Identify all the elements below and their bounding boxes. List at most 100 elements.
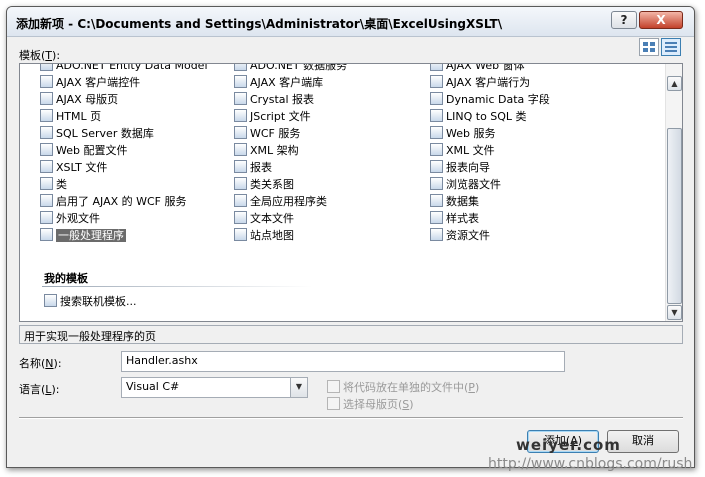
template-file-icon: [234, 194, 247, 207]
name-label: 名称(N):: [19, 357, 62, 370]
template-item[interactable]: AJAX Web 窗体: [430, 64, 525, 74]
master-page-checkbox[interactable]: [327, 397, 340, 410]
template-item-label: 类: [56, 178, 67, 191]
template-item[interactable]: HTML 页: [40, 109, 101, 125]
template-item-label: AJAX 客户端控件: [56, 76, 141, 89]
template-item[interactable]: AJAX 客户端库: [234, 75, 323, 91]
template-item-label: Crystal 报表: [250, 93, 315, 106]
template-file-icon: [234, 126, 247, 139]
template-item[interactable]: Crystal 报表: [234, 92, 314, 108]
templates-list[interactable]: ADO.NET Entity Data Model AJAX 客户端控件 AJAX …: [19, 63, 683, 322]
language-select[interactable]: Visual C# ▼: [121, 377, 308, 398]
template-item-label: 全局应用程序类: [250, 195, 327, 208]
template-item[interactable]: AJAX 母版页: [40, 92, 118, 108]
name-input[interactable]: Handler.ashx: [121, 351, 565, 372]
template-item[interactable]: Web 配置文件: [40, 143, 127, 159]
template-item-label: 启用了 AJAX 的 WCF 服务: [56, 195, 187, 208]
section-divider: [42, 286, 312, 287]
window-title: 添加新项 - C:\Documents and Settings\Adminis…: [16, 17, 503, 31]
template-item-label: 外观文件: [56, 212, 100, 225]
language-label: 语言(L):: [19, 383, 60, 396]
template-file-icon: [430, 194, 443, 207]
template-file-icon: [430, 64, 443, 71]
template-item-label: 样式表: [446, 212, 479, 225]
template-item[interactable]: AJAX 客户端控件: [40, 75, 140, 91]
template-item[interactable]: 报表向导: [430, 160, 490, 176]
template-file-icon: [234, 92, 247, 105]
template-file-icon: [430, 177, 443, 190]
template-item-label: ADO.NET 数据服务: [250, 63, 348, 72]
separate-file-checkbox[interactable]: [327, 380, 340, 393]
template-file-icon: [40, 64, 53, 71]
chevron-down-icon[interactable]: ▼: [290, 378, 307, 397]
footer-divider: [19, 417, 683, 419]
scroll-up-button[interactable]: ▲: [667, 76, 682, 91]
close-button[interactable]: X: [639, 11, 683, 29]
scroll-thumb[interactable]: [667, 128, 682, 304]
template-file-icon: [40, 75, 53, 88]
template-file-icon: [234, 160, 247, 173]
template-item-label: ADO.NET Entity Data Model: [56, 63, 208, 72]
my-templates-heading: 我的模板: [44, 272, 88, 285]
template-item[interactable]: 文本文件: [234, 211, 294, 227]
template-item[interactable]: AJAX 客户端行为: [430, 75, 530, 91]
template-item-label: XML 架构: [250, 144, 299, 157]
separate-file-label: 将代码放在单独的文件中(P): [343, 381, 480, 394]
template-item[interactable]: Dynamic Data 字段: [430, 92, 550, 108]
template-item-label: XML 文件: [446, 144, 495, 157]
templates-label: 模板(T):: [19, 49, 61, 62]
template-file-icon: [234, 64, 247, 71]
template-file-icon: [40, 92, 53, 105]
template-item[interactable]: 浏览器文件: [430, 177, 501, 193]
template-item[interactable]: XSLT 文件: [40, 160, 107, 176]
template-item[interactable]: 样式表: [430, 211, 479, 227]
help-button[interactable]: ?: [611, 11, 637, 29]
template-item[interactable]: 资源文件: [430, 228, 490, 244]
template-file-icon: [234, 143, 247, 156]
template-item-label: XSLT 文件: [56, 161, 108, 174]
template-item[interactable]: XML 文件: [430, 143, 495, 159]
template-item[interactable]: 报表: [234, 160, 272, 176]
template-item[interactable]: XML 架构: [234, 143, 299, 159]
template-item-label: 数据集: [446, 195, 479, 208]
template-item[interactable]: LINQ to SQL 类: [430, 109, 527, 125]
template-item[interactable]: 一般处理程序: [40, 228, 126, 244]
template-file-icon: [430, 143, 443, 156]
add-new-item-dialog: 添加新项 - C:\Documents and Settings\Adminis…: [6, 6, 695, 468]
template-item[interactable]: ADO.NET Entity Data Model: [40, 63, 208, 74]
template-item[interactable]: 站点地图: [234, 228, 294, 244]
template-item[interactable]: 全局应用程序类: [234, 194, 327, 210]
template-item[interactable]: 启用了 AJAX 的 WCF 服务: [40, 194, 187, 210]
template-item[interactable]: SQL Server 数据库: [40, 126, 154, 142]
template-file-icon: [234, 228, 247, 241]
template-item[interactable]: 类关系图: [234, 177, 294, 193]
watermark-url: http://www.cnblogs.com/rush: [488, 456, 693, 472]
template-item[interactable]: 外观文件: [40, 211, 100, 227]
search-online-icon: [44, 294, 57, 307]
template-item-label: 资源文件: [446, 229, 490, 242]
template-file-icon: [234, 75, 247, 88]
template-item[interactable]: WCF 服务: [234, 126, 300, 142]
template-item[interactable]: 类: [40, 177, 67, 193]
large-icons-view-button[interactable]: [639, 38, 659, 56]
scroll-down-button[interactable]: ▼: [667, 305, 682, 320]
template-item-label: Web 服务: [446, 127, 496, 140]
small-icons-view-button[interactable]: [661, 38, 681, 56]
template-file-icon: [234, 211, 247, 224]
template-item-label: Web 配置文件: [56, 144, 128, 157]
template-item-label: 类关系图: [250, 178, 294, 191]
template-item[interactable]: JScript 文件: [234, 109, 311, 125]
template-item[interactable]: ADO.NET 数据服务: [234, 63, 348, 74]
search-online-templates[interactable]: 搜索联机模板...: [44, 294, 137, 310]
template-file-icon: [234, 109, 247, 122]
template-file-icon: [40, 177, 53, 190]
template-file-icon: [430, 126, 443, 139]
templates-scrollbar[interactable]: ▲ ▼: [665, 64, 682, 321]
template-file-icon: [40, 126, 53, 139]
template-item[interactable]: Web 服务: [430, 126, 495, 142]
template-file-icon: [430, 160, 443, 173]
template-item-label: 报表向导: [446, 161, 490, 174]
template-item-label: AJAX 客户端行为: [446, 76, 531, 89]
template-file-icon: [40, 160, 53, 173]
template-item[interactable]: 数据集: [430, 194, 479, 210]
